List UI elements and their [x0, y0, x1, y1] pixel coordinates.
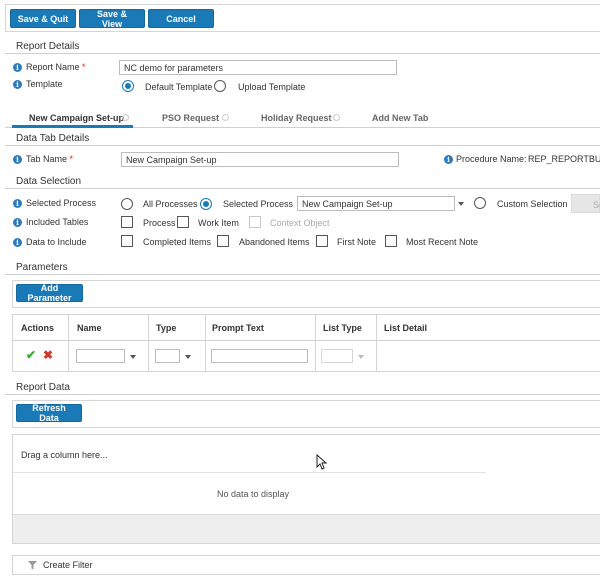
tab-holiday-request[interactable]: Holiday Request [261, 113, 332, 123]
param-prompt-text-input[interactable] [211, 349, 308, 363]
tab-name-label: Tab Name * [26, 154, 74, 164]
parameters-title: Parameters [16, 262, 68, 273]
report-data-title: Report Data [16, 382, 70, 393]
select-button[interactable]: Se [571, 194, 600, 213]
grid-footer-band [13, 514, 600, 543]
completed-items-checkbox[interactable] [121, 235, 133, 247]
tab-add-new-tab[interactable]: Add New Tab [372, 113, 428, 123]
tab-status-dot [122, 114, 129, 121]
selected-process-option-label: Selected Process [223, 199, 294, 209]
parameters-header-rule [12, 340, 600, 341]
info-icon: i [444, 155, 453, 164]
process-dropdown[interactable]: New Campaign Set-up [297, 196, 455, 211]
info-icon: i [13, 63, 22, 72]
create-filter-link[interactable]: Create Filter [43, 560, 93, 570]
filter-icon [28, 561, 37, 570]
chevron-down-icon[interactable] [185, 355, 191, 359]
info-icon: i [13, 218, 22, 227]
report-data-toolbar [12, 400, 600, 428]
add-parameter-button[interactable]: Add Parameter [16, 283, 83, 303]
data-tab-details-title: Data Tab Details [16, 133, 90, 144]
refresh-data-button[interactable]: Refresh Data [16, 403, 82, 423]
upload-template-label: Upload Template [238, 82, 306, 92]
param-name-select[interactable] [76, 349, 125, 363]
abandoned-items-checkbox[interactable] [217, 235, 229, 247]
column-header-actions[interactable]: Actions [21, 323, 54, 333]
column-header-name[interactable]: Name [77, 323, 102, 333]
active-tab-underline [12, 125, 133, 128]
context-object-checkbox-label: Context Object [270, 218, 330, 228]
group-drop-hint[interactable]: Drag a column here... [21, 450, 108, 460]
column-header-type[interactable]: Type [156, 323, 176, 333]
upload-template-radio[interactable] [214, 80, 226, 92]
info-icon: i [13, 80, 22, 89]
column-header-list-type[interactable]: List Type [323, 323, 362, 333]
column-divider [315, 314, 316, 372]
save-view-button[interactable]: Save & View [79, 9, 145, 29]
parameters-rule [5, 274, 600, 275]
data-selection-title: Data Selection [16, 176, 82, 187]
tab-status-dot [222, 114, 229, 121]
data-selection-rule [5, 188, 600, 189]
most-recent-note-label: Most Recent Note [406, 237, 479, 247]
first-note-label: First Note [337, 237, 377, 247]
no-data-message: No data to display [217, 489, 290, 499]
column-divider [376, 314, 377, 372]
save-quit-button[interactable]: Save & Quit [10, 9, 76, 28]
procedure-name-value: REP_REPORTBUIL [528, 154, 600, 164]
report-name-input[interactable]: NC demo for parameters [119, 60, 397, 75]
tab-status-dot [333, 114, 340, 121]
group-panel-rule [13, 472, 486, 473]
chevron-down-icon[interactable] [458, 202, 464, 206]
tab-new-campaign-setup[interactable]: New Campaign Set-up [29, 113, 124, 123]
context-object-checkbox[interactable] [249, 216, 261, 228]
work-item-checkbox-label: Work Item [198, 218, 239, 228]
included-tables-label: Included Tables [26, 217, 89, 227]
confirm-check-icon[interactable]: ✔ [26, 349, 36, 361]
column-header-prompt-text[interactable]: Prompt Text [212, 323, 264, 333]
first-note-checkbox[interactable] [316, 235, 328, 247]
most-recent-note-checkbox[interactable] [385, 235, 397, 247]
completed-items-label: Completed Items [143, 237, 212, 247]
abandoned-items-label: Abandoned Items [239, 237, 310, 247]
report-name-label: Report Name * [26, 62, 86, 72]
work-item-checkbox[interactable] [177, 216, 189, 228]
param-type-select[interactable] [155, 349, 180, 363]
report-data-rule [5, 394, 600, 395]
process-checkbox[interactable] [121, 216, 133, 228]
all-processes-radio[interactable] [121, 198, 133, 210]
report-details-rule [5, 53, 600, 54]
template-label: Template [26, 79, 63, 89]
default-template-label: Default Template [145, 82, 213, 92]
selected-process-label: Selected Process [26, 198, 97, 208]
delete-x-icon[interactable]: ✖ [43, 349, 53, 361]
default-template-radio[interactable] [122, 80, 134, 92]
tab-name-input[interactable]: New Campaign Set-up [121, 152, 399, 167]
custom-selection-radio[interactable] [474, 197, 486, 209]
process-checkbox-label: Process [143, 218, 176, 228]
info-icon: i [13, 199, 22, 208]
column-divider [148, 314, 149, 372]
filter-bar [12, 555, 600, 575]
procedure-name-label: Procedure Name: [456, 154, 527, 164]
custom-selection-label: Custom Selection [497, 199, 568, 209]
parameters-toolbar [12, 280, 600, 308]
data-to-include-label: Data to Include [26, 237, 87, 247]
info-icon: i [13, 155, 22, 164]
chevron-down-icon[interactable] [130, 355, 136, 359]
info-icon: i [13, 238, 22, 247]
selected-process-radio[interactable] [200, 198, 212, 210]
cancel-button[interactable]: Cancel [148, 9, 214, 28]
all-processes-label: All Processes [143, 199, 198, 209]
column-header-list-detail[interactable]: List Detail [384, 323, 427, 333]
report-details-title: Report Details [16, 41, 80, 52]
data-tab-details-rule [5, 145, 600, 146]
tab-pso-request[interactable]: PSO Request [162, 113, 219, 123]
param-list-type-select[interactable] [321, 349, 353, 363]
column-divider [68, 314, 69, 372]
cursor-icon [316, 454, 328, 470]
column-divider [205, 314, 206, 372]
chevron-down-icon[interactable] [358, 355, 364, 359]
